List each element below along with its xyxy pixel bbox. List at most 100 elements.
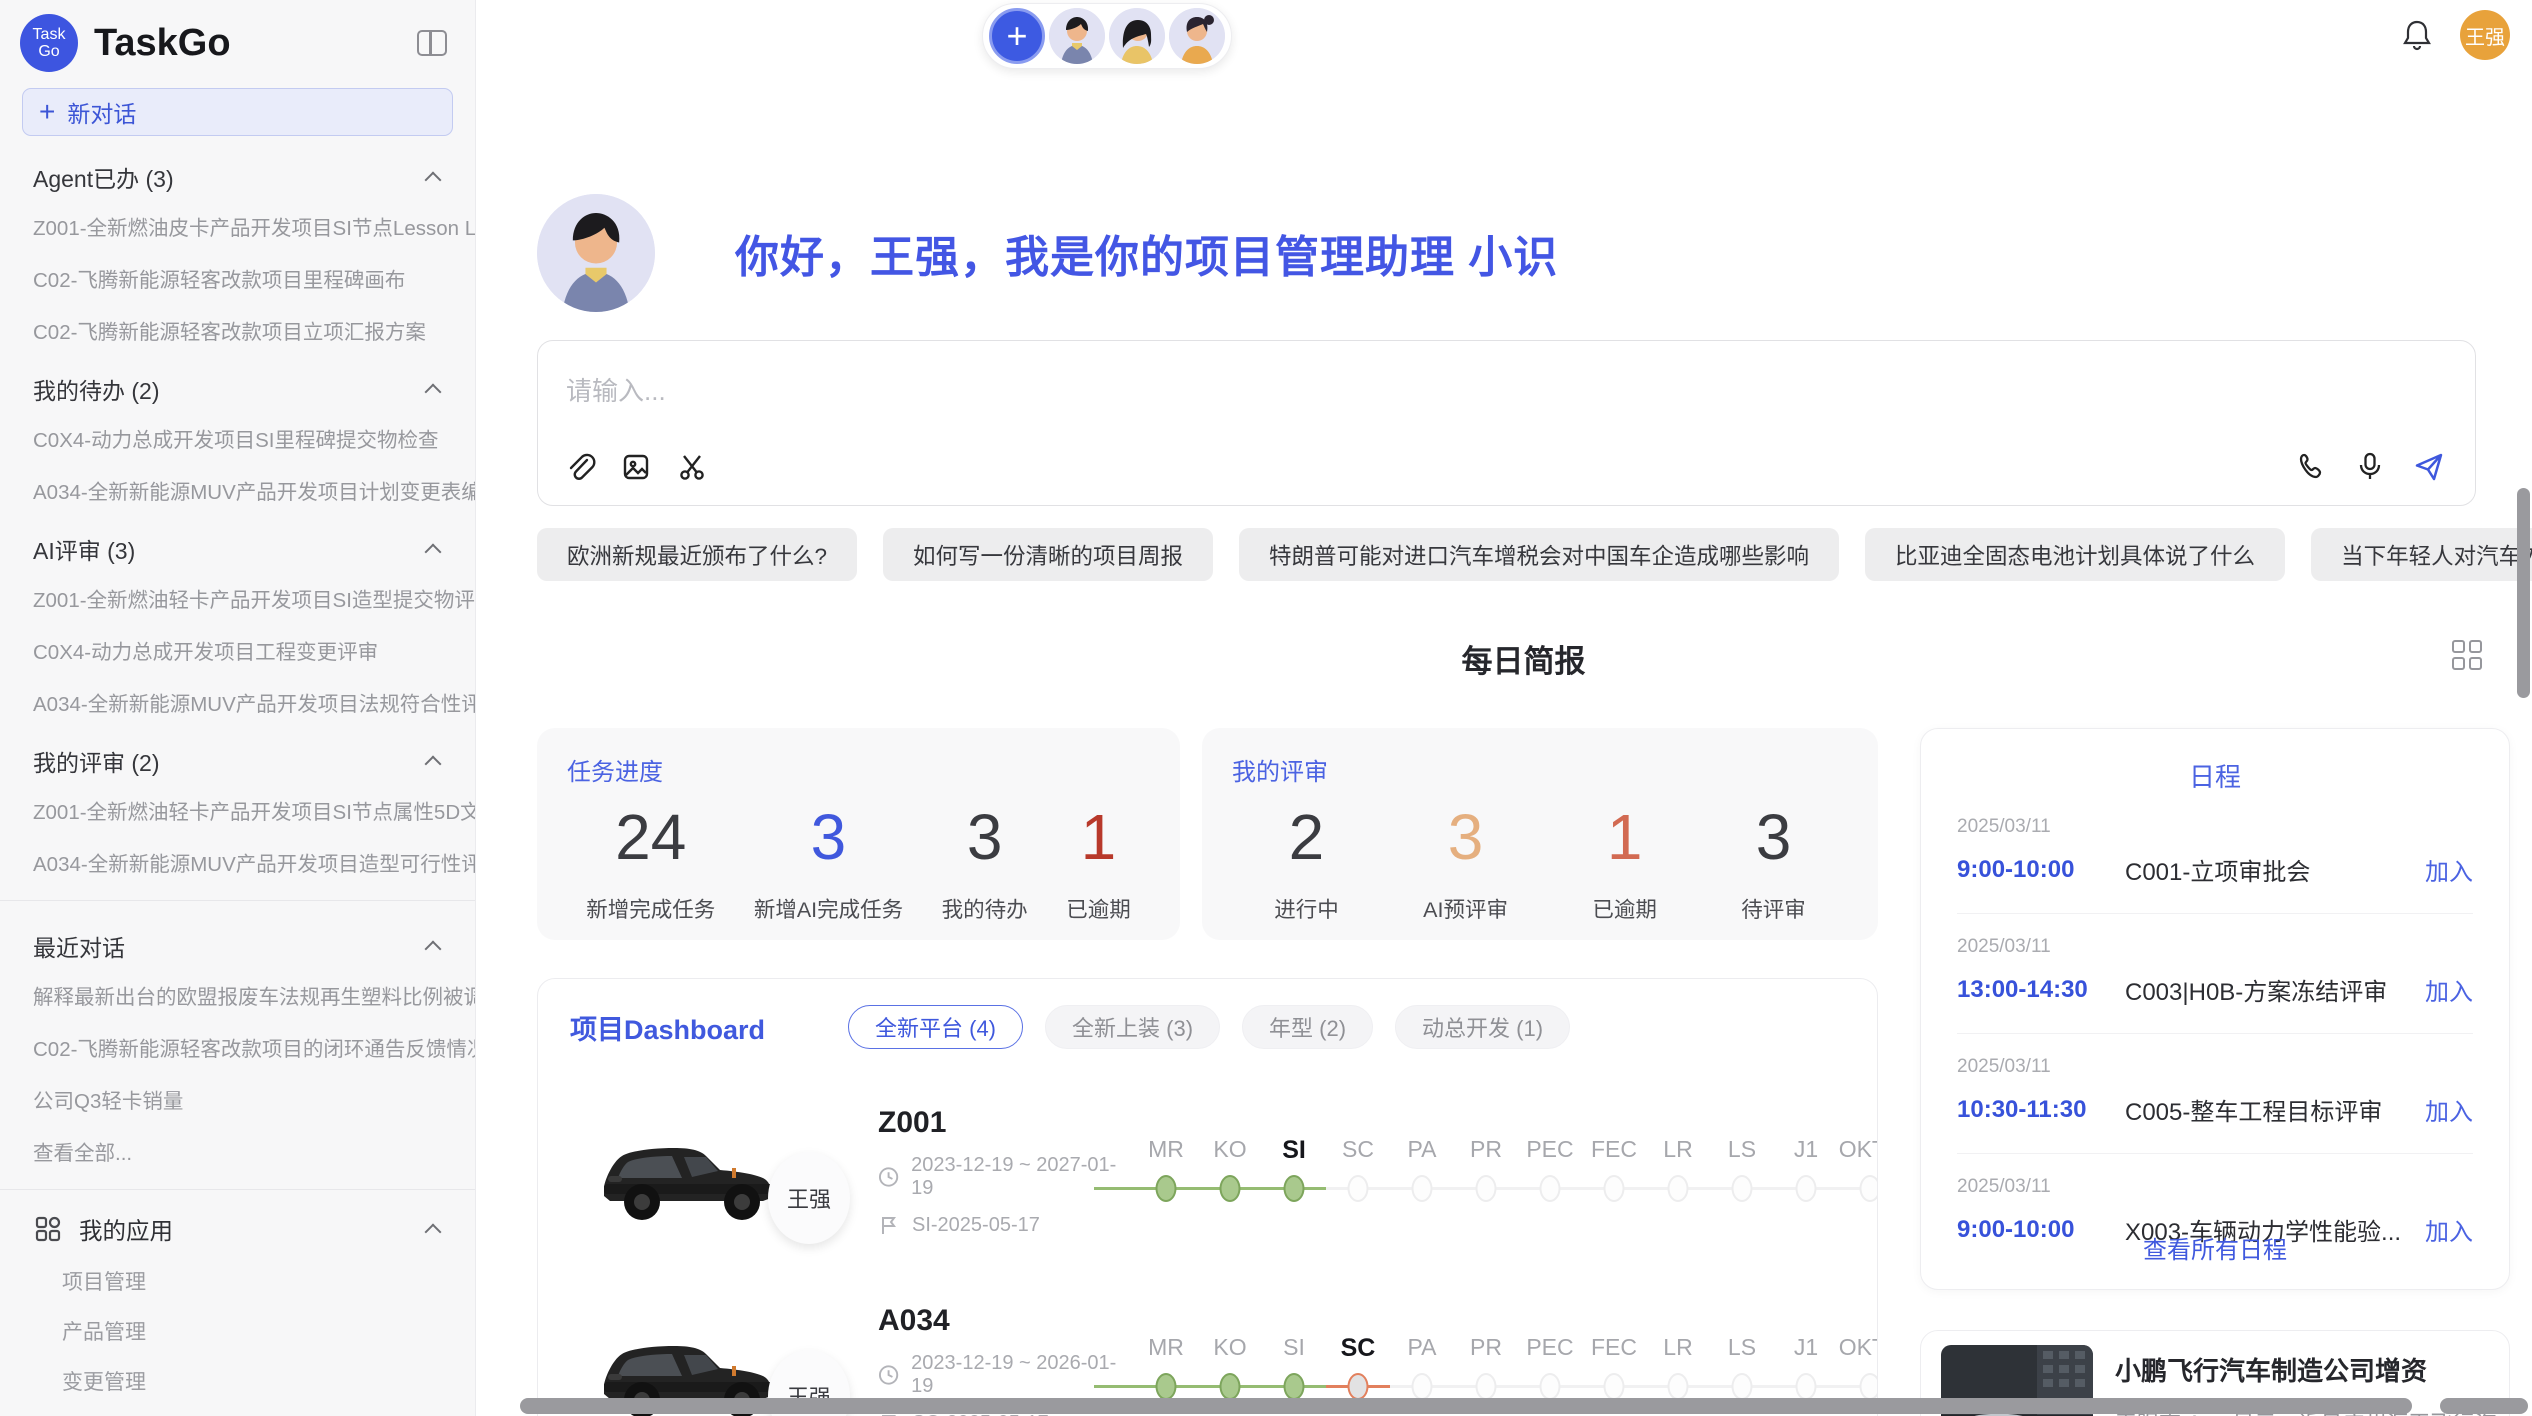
- section-my-todo[interactable]: 我的待办 (2): [0, 356, 475, 412]
- card-title: 任务进度: [567, 752, 1150, 787]
- phone-icon[interactable]: [2297, 451, 2329, 483]
- milestone-track: MRKOSISCPAPRPECFECLRLSJ1OKTB: [1134, 1334, 1878, 1404]
- view-all-chats[interactable]: 查看全部...: [0, 1125, 475, 1177]
- stat-ai-prereview: 3 AI预评审: [1423, 801, 1508, 924]
- section-my-review[interactable]: 我的评审 (2): [0, 728, 475, 784]
- milestone-node: [1540, 1175, 1561, 1202]
- project-dates: 2023-12-19 ~ 2026-01-19: [878, 1352, 1130, 1398]
- sidebar: Task Go TaskGo + 新对话 Agent已办 (3) Z001-全新…: [0, 0, 476, 1416]
- section-ai-review[interactable]: AI评审 (3): [0, 516, 475, 572]
- milestone-ls: LS: [1710, 1334, 1774, 1404]
- milestone-fec: FEC: [1582, 1334, 1646, 1404]
- chevron-up-icon[interactable]: [425, 384, 442, 401]
- suggestion-chip[interactable]: 特朗普可能对进口汽车增税会对中国车企造成哪些影响: [1239, 528, 1839, 581]
- list-item[interactable]: Z001-全新燃油皮卡产品开发项目SI节点Lesson Learn报告: [0, 200, 475, 252]
- chevron-up-icon[interactable]: [425, 172, 442, 189]
- suggestion-chip[interactable]: 当下年轻人对汽车外观有怎样的喜好趋势: [2311, 528, 2532, 581]
- list-item[interactable]: C0X4-动力总成开发项目SI里程碑提交物检查: [0, 412, 475, 464]
- avatar[interactable]: [1049, 8, 1105, 64]
- microphone-icon[interactable]: [2355, 451, 2387, 483]
- milestone-node: [1220, 1373, 1241, 1400]
- suggestion-chip[interactable]: 比亚迪全固态电池计划具体说了什么: [1865, 528, 2285, 581]
- section-title: 我的应用: [79, 1212, 427, 1246]
- list-item[interactable]: A034-全新新能源MUV产品开发项目计划变更表编写: [0, 464, 475, 516]
- suggestion-chip[interactable]: 欧洲新规最近颁布了什么?: [537, 528, 857, 581]
- tab-new-body[interactable]: 全新上装 (3): [1045, 1005, 1220, 1049]
- list-item[interactable]: Z001-全新燃油轻卡产品开发项目SI造型提交物评审: [0, 572, 475, 624]
- attachment-icon[interactable]: [564, 451, 596, 483]
- list-item[interactable]: C02-飞腾新能源轻客改款项目里程碑画布: [0, 252, 475, 304]
- section-title: 最近对话: [33, 929, 427, 963]
- avatar[interactable]: [1169, 8, 1225, 64]
- view-all-schedule-link[interactable]: 查看所有日程: [1921, 1230, 2509, 1265]
- avatar[interactable]: [1109, 8, 1165, 64]
- milestone-node: [1796, 1373, 1817, 1400]
- send-icon[interactable]: [2413, 451, 2445, 483]
- schedule-item: 2025/03/11 9:00-10:00 C001-立项审批会 加入: [1957, 794, 2473, 913]
- chat-input-card[interactable]: 请输入...: [537, 340, 2476, 506]
- collapse-sidebar-icon[interactable]: [417, 30, 447, 56]
- chevron-up-icon[interactable]: [425, 1224, 442, 1241]
- project-row[interactable]: 王强 A034 2023-12-19 ~ 2026-01-19 SC-2025-…: [538, 1283, 1877, 1416]
- sidebar-item-project-mgmt[interactable]: 项目管理: [0, 1256, 475, 1306]
- sidebar-item-product-mgmt[interactable]: 产品管理: [0, 1306, 475, 1356]
- schedule-title: 日程: [1957, 757, 2473, 794]
- tab-powertrain[interactable]: 动总开发 (1): [1395, 1005, 1570, 1049]
- news-title[interactable]: 小鹏飞行汽车制造公司增资: [2115, 1351, 2510, 1388]
- list-item[interactable]: 公司Q3轻卡销量: [0, 1073, 475, 1125]
- chevron-up-icon[interactable]: [425, 941, 442, 958]
- section-recent-chats[interactable]: 最近对话: [0, 913, 475, 969]
- join-link[interactable]: 加入: [2425, 1092, 2473, 1127]
- plus-icon: +: [39, 96, 55, 128]
- horizontal-scrollbar-segment[interactable]: [2440, 1398, 2528, 1414]
- topbar-right: 王强: [2402, 10, 2510, 60]
- milestone-node: [1156, 1175, 1177, 1202]
- milestone-node: [1668, 1373, 1689, 1400]
- sidebar-header: Task Go TaskGo: [0, 0, 475, 82]
- list-item[interactable]: 解释最新出台的欧盟报废车法规再生塑料比例被调至15%...: [0, 969, 475, 1021]
- list-item[interactable]: Z001-全新燃油轻卡产品开发项目SI节点属性5D文件评审: [0, 784, 475, 836]
- suggestion-chip[interactable]: 如何写一份清晰的项目周报: [883, 528, 1213, 581]
- view-all-apps[interactable]: 查看全部...: [0, 1406, 475, 1416]
- scissors-icon[interactable]: [676, 451, 708, 483]
- divider: [0, 1189, 475, 1190]
- chevron-up-icon[interactable]: [425, 756, 442, 773]
- section-title: Agent已办 (3): [33, 160, 427, 194]
- horizontal-scrollbar[interactable]: [520, 1398, 2412, 1414]
- milestone-lr: LR: [1646, 1334, 1710, 1404]
- task-progress-card: 任务进度 24 新增完成任务 3 新增AI完成任务 3: [537, 728, 1180, 940]
- chat-input-placeholder[interactable]: 请输入...: [566, 371, 666, 408]
- logo-text-bottom: Go: [38, 43, 59, 60]
- milestone-node: [1604, 1373, 1625, 1400]
- new-chat-button[interactable]: + 新对话: [22, 88, 453, 136]
- tab-year-model[interactable]: 年型 (2): [1242, 1005, 1373, 1049]
- project-row[interactable]: 王强 Z001 2023-12-19 ~ 2027-01-19 SI-2025-…: [538, 1085, 1877, 1257]
- chevron-up-icon[interactable]: [425, 544, 442, 561]
- layout-grid-icon[interactable]: [2452, 640, 2482, 670]
- notifications-bell-icon[interactable]: [2402, 18, 2432, 52]
- schedule-item: 2025/03/11 13:00-14:30 C003|H0B-方案冻结评审 加…: [1957, 913, 2473, 1033]
- vertical-scrollbar[interactable]: [2517, 488, 2530, 698]
- user-avatar[interactable]: 王强: [2460, 10, 2510, 60]
- daily-briefing-title: 每日简报: [537, 636, 2510, 681]
- schedule-time: 10:30-11:30: [1957, 1096, 2125, 1124]
- image-icon[interactable]: [620, 451, 652, 483]
- section-my-apps[interactable]: 我的应用: [0, 1202, 475, 1256]
- join-link[interactable]: 加入: [2425, 852, 2473, 887]
- tab-new-platform[interactable]: 全新平台 (4): [848, 1005, 1023, 1049]
- section-agent-done[interactable]: Agent已办 (3): [0, 144, 475, 200]
- dashboard-title: 项目Dashboard: [570, 1008, 848, 1047]
- section-title: 我的评审 (2): [33, 744, 427, 778]
- list-item[interactable]: C0X4-动力总成开发项目工程变更评审: [0, 624, 475, 676]
- list-item[interactable]: A034-全新新能源MUV产品开发项目造型可行性评审: [0, 836, 475, 888]
- list-item[interactable]: A034-全新新能源MUV产品开发项目法规符合性评审: [0, 676, 475, 728]
- milestone-pec: PEC: [1518, 1334, 1582, 1404]
- milestone-node: [1796, 1175, 1817, 1202]
- milestone-oktb: OKTB: [1838, 1334, 1878, 1404]
- schedule-item: 2025/03/11 10:30-11:30 C005-整车工程目标评审 加入: [1957, 1033, 2473, 1153]
- list-item[interactable]: C02-飞腾新能源轻客改款项目的闭环通告反馈情况: [0, 1021, 475, 1073]
- list-item[interactable]: C02-飞腾新能源轻客改款项目立项汇报方案: [0, 304, 475, 356]
- sidebar-item-change-mgmt[interactable]: 变更管理: [0, 1356, 475, 1406]
- join-link[interactable]: 加入: [2425, 972, 2473, 1007]
- add-session-button[interactable]: +: [989, 8, 1045, 64]
